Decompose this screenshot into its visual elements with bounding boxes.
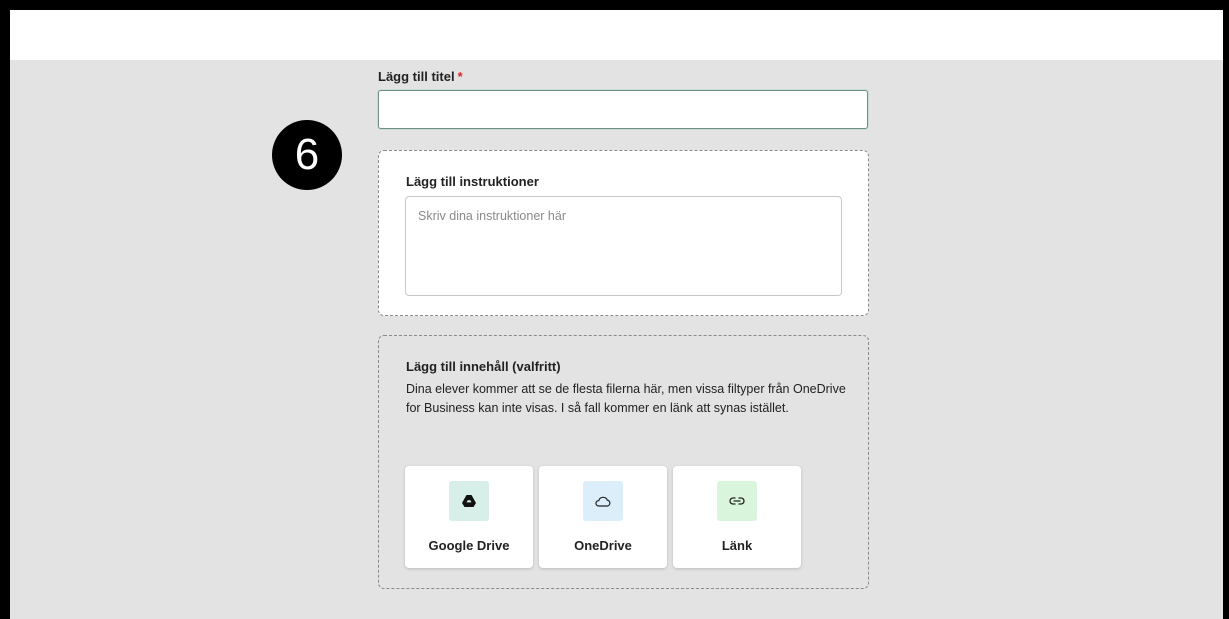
title-label-text: Lägg till titel xyxy=(378,69,455,84)
onedrive-button[interactable]: OneDrive xyxy=(539,466,667,568)
google-drive-label: Google Drive xyxy=(428,538,510,553)
link-label: Länk xyxy=(721,538,753,553)
title-input[interactable] xyxy=(378,90,868,129)
instructions-textarea[interactable] xyxy=(405,196,842,296)
content-heading: Lägg till innehåll (valfritt) xyxy=(406,359,561,374)
title-label: Lägg till titel * xyxy=(378,69,463,84)
step-number-badge: 6 xyxy=(272,120,342,190)
google-drive-button[interactable]: Google Drive xyxy=(405,466,533,568)
instructions-card: Lägg till instruktioner xyxy=(378,150,869,316)
instructions-heading: Lägg till instruktioner xyxy=(406,174,539,189)
top-bar xyxy=(10,10,1223,60)
app-frame: 6 Lägg till titel * Lägg till instruktion… xyxy=(10,10,1223,619)
onedrive-label: OneDrive xyxy=(574,538,632,553)
required-marker: * xyxy=(457,69,463,84)
cloud-icon xyxy=(583,481,623,521)
content-card: Lägg till innehåll (valfritt) Dina eleve… xyxy=(378,335,869,589)
link-button[interactable]: Länk xyxy=(673,466,801,568)
link-icon xyxy=(717,481,757,521)
google-drive-icon xyxy=(449,481,489,521)
content-description: Dina elever kommer att se de flesta file… xyxy=(406,382,846,415)
content-sources: Google Drive OneDrive Länk xyxy=(405,466,801,568)
